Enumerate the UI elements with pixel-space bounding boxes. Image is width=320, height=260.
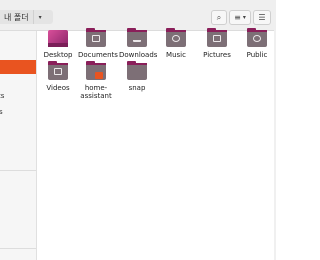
list-view-icon: ≡ — [234, 13, 241, 22]
file-item-downloads[interactable]: Downloads — [119, 28, 158, 59]
file-label: Desktop — [43, 51, 73, 59]
sidebar-divider — [0, 248, 36, 249]
public-folder-icon — [247, 28, 267, 47]
file-item-music[interactable]: Music — [158, 28, 194, 59]
lock-icon — [95, 72, 103, 79]
file-item-desktop[interactable]: Desktop — [40, 30, 76, 59]
file-label: snap — [128, 84, 146, 92]
file-label: Downloads — [119, 51, 158, 59]
hamburger-menu-icon: ☰ — [258, 13, 266, 22]
file-item-public[interactable]: Public — [239, 28, 275, 59]
view-options-button[interactable]: ≡ ▾ — [229, 10, 251, 25]
location-label: 내 폴더 — [4, 12, 29, 22]
file-item-pictures[interactable]: Pictures — [199, 28, 235, 59]
sidebar-item-downloads[interactable]: s — [0, 108, 35, 122]
location-button[interactable]: 내 폴더 ▾ — [0, 10, 53, 24]
folder-icon — [127, 61, 147, 80]
file-item-documents[interactable]: Documents — [78, 28, 118, 59]
documents-folder-icon — [86, 28, 106, 47]
sidebar-divider — [0, 170, 36, 171]
pictures-folder-icon — [207, 28, 227, 47]
videos-folder-icon — [48, 61, 68, 80]
file-label: Music — [166, 51, 186, 59]
desktop-folder-icon — [48, 30, 68, 47]
file-item-snap[interactable]: snap — [119, 61, 155, 92]
file-item-home-assistant[interactable]: home- assistant — [78, 61, 114, 100]
chevron-down-icon: ▾ — [242, 14, 246, 21]
music-folder-icon — [166, 28, 186, 47]
menu-button[interactable]: ☰ — [253, 10, 271, 25]
search-button[interactable]: ⌕ — [211, 10, 227, 25]
file-label: Public — [246, 51, 268, 59]
file-item-videos[interactable]: Videos — [40, 61, 76, 92]
downloads-folder-icon — [127, 28, 147, 47]
header-bar: 내 폴더 ▾ ⌕ ≡ ▾ ☰ — [0, 0, 276, 31]
sidebar: ts s — [0, 31, 37, 260]
file-label: home- assistant — [80, 84, 112, 100]
chevron-down-icon[interactable]: ▾ — [32, 10, 47, 24]
locked-folder-icon — [86, 61, 106, 80]
file-label: Videos — [46, 84, 70, 92]
sidebar-item-documents[interactable]: ts — [0, 92, 34, 106]
window-edge — [274, 30, 276, 260]
search-icon: ⌕ — [216, 12, 222, 22]
sidebar-item-home[interactable] — [0, 60, 36, 74]
file-label: Documents — [78, 51, 118, 59]
file-label: Pictures — [203, 51, 231, 59]
